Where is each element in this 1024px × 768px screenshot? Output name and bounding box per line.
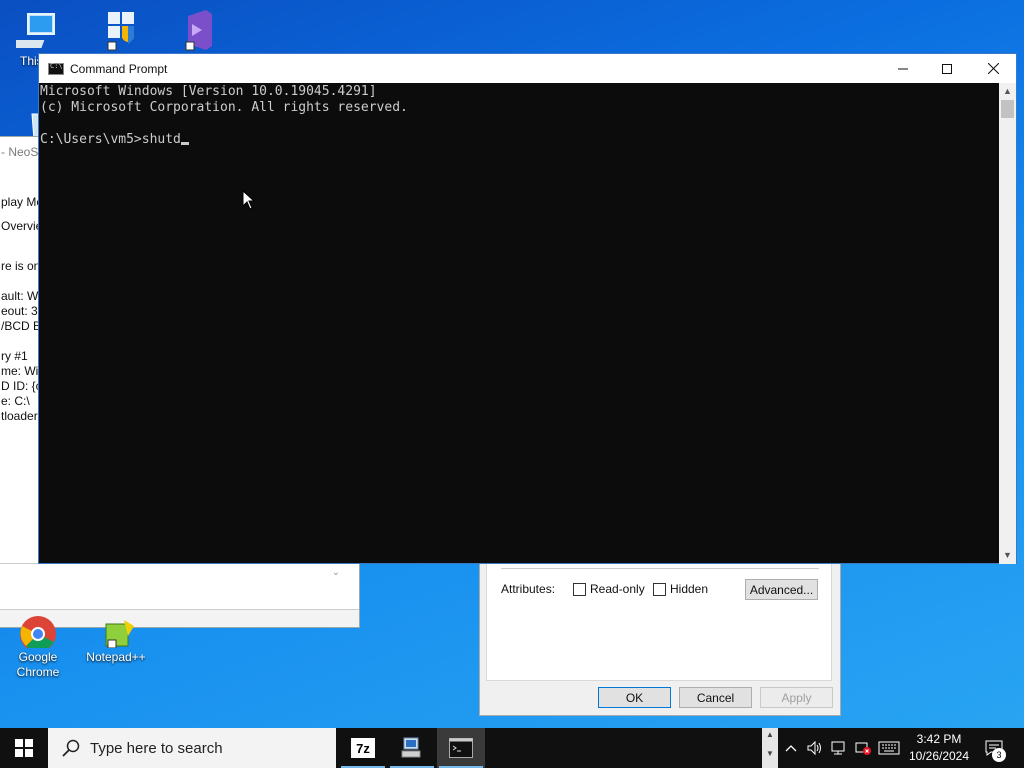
alert-icon — [855, 742, 871, 755]
desktop-icon-label: Google Chrome — [16, 650, 60, 679]
maximize-icon — [942, 63, 952, 74]
volume-button[interactable] — [804, 728, 826, 768]
input-indicator-button[interactable] — [876, 728, 902, 768]
desktop-icon-visual-studio[interactable] — [158, 8, 230, 54]
cancel-button[interactable]: Cancel — [679, 687, 752, 708]
vertical-scrollbar[interactable]: ▲ ▼ — [999, 83, 1016, 564]
notification-count-badge: 3 — [992, 748, 1006, 762]
action-center-button[interactable] — [980, 728, 1008, 768]
checkbox-box[interactable] — [653, 582, 666, 596]
info-text: ault: Wi — [1, 289, 42, 303]
security-alert-button[interactable] — [852, 728, 874, 768]
console-output[interactable]: Microsoft Windows [Version 10.0.19045.42… — [39, 83, 1000, 564]
taskbar-search-box[interactable]: Type here to search — [48, 728, 336, 768]
clock-time: 3:42 PM — [916, 732, 962, 746]
windows-shield-icon — [94, 8, 138, 52]
title-bar[interactable]: Command Prompt — [39, 54, 1016, 83]
show-hidden-icons-button[interactable] — [782, 728, 800, 768]
mouse-pointer-icon — [242, 190, 256, 210]
general-tab-panel: Attributes: Read-only Hidden Advanced... — [486, 549, 832, 681]
speaker-icon — [807, 740, 821, 756]
desktop-icon-label: Notepad++ — [86, 650, 146, 664]
maximize-button[interactable] — [924, 54, 970, 83]
start-button[interactable] — [0, 728, 48, 768]
readonly-label: Read-only — [590, 582, 645, 596]
search-icon — [62, 739, 80, 757]
attributes-label: Attributes: — [501, 582, 556, 596]
taskbar-clock[interactable]: 3:42 PM 10/26/2024 — [902, 731, 976, 765]
visual-studio-icon — [172, 8, 216, 52]
console-line: Microsoft Windows [Version 10.0.19045.42… — [40, 84, 377, 99]
window-title: - NeoS — [1, 145, 39, 159]
scroll-down-arrow-icon[interactable]: ▼ — [762, 749, 778, 758]
cmd-icon — [449, 738, 473, 758]
minimize-button[interactable] — [880, 54, 926, 83]
network-icon — [831, 741, 845, 755]
computer-icon — [11, 8, 60, 52]
properties-dialog: Attributes: Read-only Hidden Advanced...… — [479, 548, 841, 716]
ok-button[interactable]: OK — [598, 687, 671, 708]
console-input[interactable]: C:\Users\vm5>shutd — [40, 132, 181, 147]
info-text: ry #1 — [1, 349, 28, 363]
scroll-down-arrow-icon[interactable]: ⌄ — [327, 567, 345, 597]
info-text: e: C:\ — [1, 394, 30, 408]
scroll-up-arrow-icon[interactable]: ▲ — [762, 730, 778, 739]
7zip-icon: 7z — [351, 738, 375, 758]
command-prompt-window[interactable]: Command Prompt Microsoft Windows [Versio… — [38, 53, 1017, 564]
hidden-label: Hidden — [670, 582, 709, 596]
taskbar: Type here to search 7z ▲ ▼ 3:42 PM 10/26… — [0, 728, 1024, 768]
info-text: tloader — [1, 409, 38, 423]
window-title: Command Prompt — [70, 61, 168, 76]
console-prompt-line[interactable]: C:\Users\vm5>shutd — [40, 132, 1000, 148]
scroll-up-arrow-icon[interactable]: ▲ — [999, 83, 1016, 100]
readonly-checkbox[interactable]: Read-only — [573, 582, 645, 596]
apply-button[interactable]: Apply — [760, 687, 833, 708]
desktop-icon-notepad-plus-plus[interactable]: Notepad++ — [80, 612, 152, 665]
taskbar-app-network[interactable] — [388, 728, 436, 768]
console-line: (c) Microsoft Corporation. All rights re… — [40, 100, 408, 115]
desktop: This PC — [0, 0, 1024, 728]
taskbar-toolbar-scroller[interactable]: ▲ ▼ — [762, 728, 778, 768]
divider — [501, 568, 819, 569]
tab-overview[interactable]: Overvie — [1, 219, 42, 233]
network-button[interactable] — [828, 728, 850, 768]
checkbox-box[interactable] — [573, 582, 586, 596]
minimize-icon — [898, 68, 908, 69]
scrollbar-thumb[interactable] — [1001, 100, 1014, 118]
close-button[interactable] — [970, 54, 1016, 83]
notepad-plus-plus-icon — [94, 612, 138, 649]
scroll-down-arrow-icon[interactable]: ▼ — [999, 547, 1016, 564]
clock-date: 10/26/2024 — [908, 749, 970, 763]
close-icon — [987, 63, 999, 74]
windows-logo-icon — [15, 739, 33, 757]
network-computer-icon — [401, 737, 421, 758]
cmd-icon — [48, 62, 64, 75]
hidden-checkbox[interactable]: Hidden — [653, 582, 708, 596]
search-placeholder: Type here to search — [90, 739, 223, 757]
chevron-up-icon — [785, 745, 797, 752]
taskbar-app-7zip[interactable]: 7z — [339, 728, 387, 768]
advanced-button[interactable]: Advanced... — [745, 579, 818, 600]
chrome-icon — [16, 612, 60, 652]
desktop-icon-google-chrome[interactable]: Google Chrome — [2, 612, 74, 680]
keyboard-icon — [878, 741, 900, 755]
taskbar-app-command-prompt[interactable] — [437, 728, 485, 768]
desktop-icon-control-panel[interactable] — [80, 8, 152, 54]
text-caret — [180, 142, 189, 145]
menu-item[interactable]: play Me — [1, 195, 43, 209]
